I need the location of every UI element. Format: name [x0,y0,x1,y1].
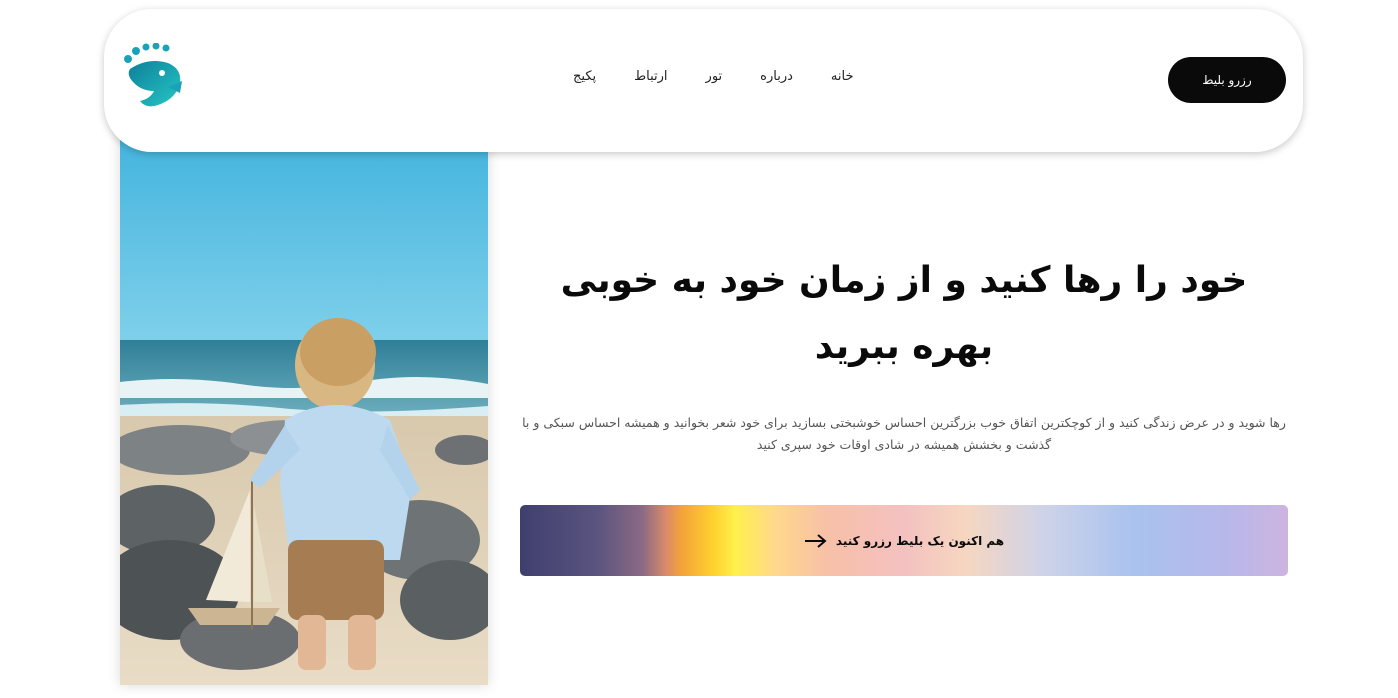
nav-item-tour[interactable]: تور [706,69,723,91]
book-now-banner[interactable]: هم اکنون یک بلیط رزرو کنید [520,505,1288,576]
hero-description: رها شوید و در عرض زندگی کنید و از کوچکتر… [522,415,1286,452]
hero-title: خود را رها کنید و از زمان خود به خوبی به… [560,260,1248,367]
hero-image [120,120,488,685]
site-header: پکیج ارتباط تور درباره خانه رزرو بلیط [104,9,1303,152]
nav-item-package[interactable]: پکیج [573,69,596,91]
nav-item-home[interactable]: خانه [831,69,854,91]
nav-item-contact[interactable]: ارتباط [634,69,667,91]
main-nav: پکیج ارتباط تور درباره خانه [573,69,854,91]
book-ticket-button[interactable]: رزرو بلیط [1168,57,1286,103]
nav-item-about[interactable]: درباره [760,69,793,91]
seahorse-logo-icon[interactable] [120,42,186,111]
book-now-label: هم اکنون یک بلیط رزرو کنید [835,533,1005,548]
arrow-right-icon [804,533,827,548]
